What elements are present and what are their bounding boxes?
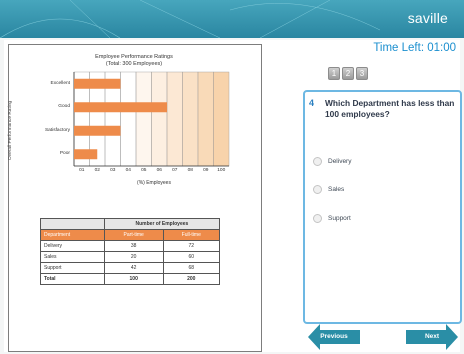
question-number-2[interactable]: 2: [342, 67, 354, 80]
table-cell: 200: [162, 273, 221, 285]
table-group-header: Number of Employees: [103, 218, 221, 230]
table-corner: [40, 218, 105, 230]
next-button[interactable]: Next: [406, 324, 458, 350]
table-row: Delivery 38 72: [40, 240, 221, 252]
option-label: Delivery: [328, 158, 352, 165]
x-tick-label: 01: [79, 168, 85, 173]
y-tick-label: Poor: [59, 151, 70, 157]
table-cell: Delivery: [40, 240, 105, 252]
option-label: Sales: [328, 186, 345, 193]
top-banner: saville: [0, 0, 464, 38]
radio-support[interactable]: [313, 214, 322, 223]
table-header-full-time: Full-time: [162, 229, 221, 241]
x-tick-label: 06: [156, 168, 162, 173]
table-header-part-time: Part-time: [103, 229, 164, 241]
next-label: Next: [424, 333, 440, 340]
chart-title-text: Employee Performance Ratings: [95, 54, 173, 60]
question-number-1[interactable]: 1: [328, 67, 340, 80]
previous-label: Previous: [320, 333, 348, 340]
table-cell: 42: [103, 262, 164, 274]
option-sales[interactable]: Sales: [313, 185, 344, 194]
y-tick-label: Excellent: [50, 80, 70, 86]
option-delivery[interactable]: Delivery: [313, 157, 351, 166]
previous-button[interactable]: Previous: [308, 324, 360, 350]
employee-table: Number of Employees Department Part-time…: [40, 218, 221, 285]
table-row: Sales 20 60: [40, 251, 221, 263]
y-axis-label: Overall Performance Rating: [8, 100, 13, 160]
banner-decoration: [0, 0, 381, 38]
x-axis-label: (%) Employees: [137, 180, 171, 186]
table-cell: 60: [162, 251, 221, 263]
question-text: Which Department has less than 100 emplo…: [325, 98, 455, 119]
table-cell: Sales: [40, 251, 105, 263]
table-row: Support 42 68: [40, 262, 221, 274]
question-box: 4 Which Department has less than 100 emp…: [303, 90, 462, 324]
chart-subtitle: (Total: 300 Employees): [105, 61, 163, 67]
option-label: Support: [328, 215, 351, 222]
chart-title: Employee Performance Ratings (Total: 300…: [8, 54, 260, 68]
table-cell: 72: [162, 240, 221, 252]
table-cell: 38: [103, 240, 164, 252]
question-number-3[interactable]: 3: [356, 67, 368, 80]
table-cell: Support: [40, 262, 105, 274]
question-pager: 1 2 3: [328, 67, 368, 80]
x-tick-label: 03: [110, 168, 116, 173]
table-header-department: Department: [40, 229, 105, 241]
x-tick-label: 08: [187, 168, 193, 173]
x-tick-label: 02: [94, 168, 100, 173]
y-tick-label: Good: [58, 104, 70, 110]
question-number: 4: [309, 98, 315, 108]
table-cell: 100: [103, 273, 164, 285]
radio-sales[interactable]: [313, 185, 322, 194]
x-tick-label: 07: [172, 168, 178, 173]
table-total-row: Total 100 200: [40, 273, 221, 285]
table-cell: Total: [40, 273, 105, 285]
table-cell: 68: [162, 262, 221, 274]
option-support[interactable]: Support: [313, 214, 351, 223]
x-tick-label: 100: [217, 168, 226, 173]
y-tick-label: Satisfactory: [44, 127, 70, 133]
time-left: Time Left: 01:00: [373, 42, 456, 54]
x-tick-label: 09: [203, 168, 209, 173]
brand-logo: saville: [407, 10, 448, 26]
radio-delivery[interactable]: [313, 157, 322, 166]
x-tick-label: 04: [125, 168, 131, 173]
table-cell: 20: [103, 251, 164, 263]
x-tick-label: 05: [141, 168, 147, 173]
exhibit-card: [8, 44, 262, 352]
